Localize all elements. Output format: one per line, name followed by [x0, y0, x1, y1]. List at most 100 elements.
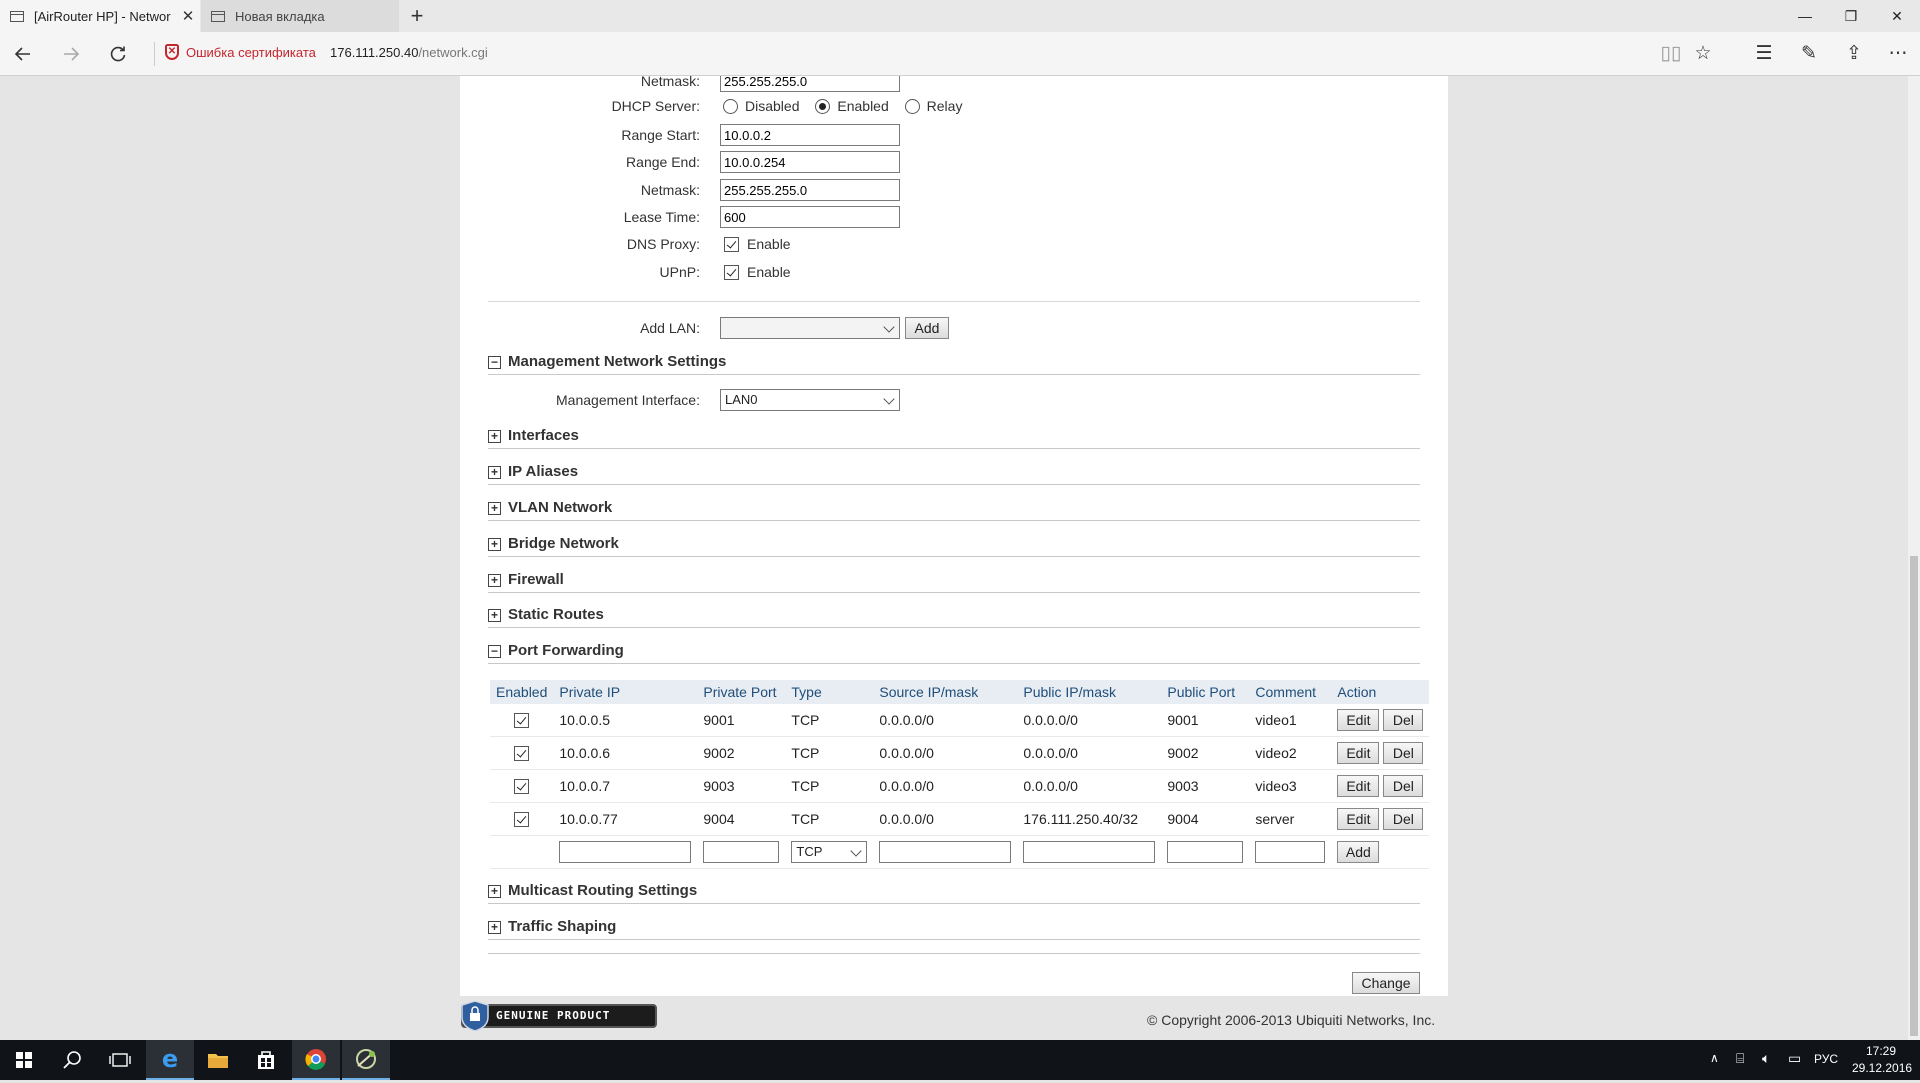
dhcp-netmask-input[interactable]	[720, 179, 900, 201]
management-interface-select[interactable]: LAN0	[720, 389, 900, 411]
clock-time[interactable]: 17:29	[1866, 1044, 1896, 1058]
lan-netmask-input[interactable]	[720, 76, 900, 92]
expand-icon[interactable]: +	[488, 538, 501, 551]
edit-button[interactable]: Edit	[1337, 742, 1380, 764]
range-end-input[interactable]	[720, 151, 900, 173]
expand-icon[interactable]: +	[488, 921, 501, 934]
certificate-warning[interactable]: ✕ Ошибка сертификата	[165, 44, 316, 60]
minimize-button[interactable]: —	[1782, 0, 1828, 32]
back-icon[interactable]	[8, 40, 38, 68]
new-type-value: TCP	[796, 844, 823, 859]
task-view-icon[interactable]	[96, 1040, 144, 1080]
store-icon[interactable]	[242, 1040, 290, 1080]
section-port-forwarding[interactable]: − Port Forwarding	[488, 641, 1420, 664]
rule-enabled-checkbox[interactable]	[514, 713, 530, 729]
expand-icon[interactable]: +	[488, 885, 501, 898]
new-source-input[interactable]	[879, 841, 1012, 863]
divider	[488, 953, 1420, 954]
share-icon[interactable]: ⇪	[1839, 40, 1869, 68]
favorite-star-icon[interactable]: ☆	[1688, 40, 1718, 68]
edge-taskbar-icon[interactable]: e	[146, 1040, 194, 1080]
change-button[interactable]: Change	[1352, 972, 1420, 994]
delete-button[interactable]: Del	[1383, 709, 1424, 731]
search-icon[interactable]	[48, 1040, 96, 1080]
collapse-icon[interactable]: −	[488, 645, 501, 658]
start-button[interactable]	[0, 1040, 48, 1080]
rule-enabled-checkbox[interactable]	[514, 779, 530, 795]
page-scrollbar[interactable]	[1908, 76, 1920, 1040]
section-ip-aliases[interactable]: + IP Aliases	[488, 462, 1420, 485]
upnp-checkbox[interactable]	[724, 264, 739, 280]
dhcp-netmask-label: Netmask:	[640, 182, 700, 198]
section-management[interactable]: − Management Network Settings	[488, 352, 1420, 375]
section-bridge[interactable]: + Bridge Network	[488, 534, 1420, 557]
section-interfaces[interactable]: + Interfaces	[488, 426, 1420, 449]
section-traffic-shaping[interactable]: + Traffic Shaping	[488, 917, 1420, 940]
comment-cell: server	[1249, 802, 1332, 836]
collapse-icon[interactable]: −	[488, 356, 501, 369]
clock-date[interactable]: 29.12.2016	[1852, 1061, 1912, 1075]
lease-time-input[interactable]	[720, 206, 900, 228]
section-static-routes[interactable]: + Static Routes	[488, 605, 1420, 628]
copyright-text: © Copyright 2006-2013 Ubiquiti Networks,…	[1147, 1012, 1436, 1028]
browser-titlebar: [AirRouter HP] - Networ ✕ Новая вкладка …	[0, 0, 1920, 32]
dns-proxy-checkbox[interactable]	[724, 236, 739, 252]
tab-airrouter[interactable]: [AirRouter HP] - Networ ✕	[0, 0, 200, 32]
source-cell: 0.0.0.0/0	[873, 736, 1018, 770]
expand-icon[interactable]: +	[488, 430, 501, 443]
expand-icon[interactable]: +	[488, 609, 501, 622]
section-multicast[interactable]: + Multicast Routing Settings	[488, 881, 1420, 904]
forward-icon[interactable]	[56, 40, 86, 68]
file-explorer-icon[interactable]	[194, 1040, 242, 1080]
dhcp-relay-radio[interactable]	[904, 98, 920, 114]
chevron-down-icon	[883, 393, 895, 405]
restore-button[interactable]: ❐	[1828, 0, 1874, 32]
close-window-button[interactable]: ✕	[1874, 0, 1920, 32]
edit-button[interactable]: Edit	[1337, 775, 1380, 797]
network-icon[interactable]: ⌸	[1736, 1050, 1744, 1067]
range-start-input[interactable]	[720, 124, 900, 146]
address-field[interactable]: 176.111.250.40/network.cgi	[330, 45, 488, 60]
reading-view-icon[interactable]: ▯▯	[1656, 40, 1686, 68]
chrome-icon[interactable]	[292, 1040, 340, 1080]
rule-enabled-checkbox[interactable]	[514, 812, 530, 828]
tab-new[interactable]: Новая вкладка	[201, 0, 399, 32]
section-firewall[interactable]: + Firewall	[488, 570, 1420, 593]
expand-icon[interactable]: +	[488, 466, 501, 479]
dns-proxy-row: DNS Proxy: Enable	[460, 232, 1448, 256]
private-port-cell: 9002	[697, 736, 786, 770]
notification-icon[interactable]: ▭	[1788, 1050, 1801, 1067]
upnp-label: UPnP:	[659, 264, 700, 280]
rule-enabled-checkbox[interactable]	[514, 746, 530, 762]
app-taskbar-icon[interactable]	[342, 1040, 390, 1080]
dhcp-disabled-radio[interactable]	[723, 98, 738, 114]
delete-button[interactable]: Del	[1383, 742, 1424, 764]
refresh-icon[interactable]	[103, 40, 133, 68]
new-type-select[interactable]: TCP	[791, 841, 868, 863]
web-note-icon[interactable]: ✎	[1794, 40, 1824, 68]
expand-icon[interactable]: +	[488, 502, 501, 515]
edit-button[interactable]: Edit	[1337, 808, 1380, 830]
close-tab-icon[interactable]: ✕	[176, 7, 200, 25]
delete-button[interactable]: Del	[1383, 808, 1424, 830]
new-private-ip-input[interactable]	[559, 841, 692, 863]
new-tab-button[interactable]: +	[402, 0, 432, 32]
new-public-port-input[interactable]	[1167, 841, 1244, 863]
add-lan-select[interactable]	[720, 317, 900, 339]
expand-icon[interactable]: +	[488, 574, 501, 587]
new-private-port-input[interactable]	[703, 841, 780, 863]
more-icon[interactable]: ⋯	[1883, 40, 1913, 68]
hub-icon[interactable]: ☰	[1749, 40, 1779, 68]
new-public-ip-input[interactable]	[1023, 841, 1156, 863]
delete-button[interactable]: Del	[1383, 775, 1424, 797]
volume-icon[interactable]: 🔈︎	[1762, 1050, 1770, 1067]
new-comment-input[interactable]	[1255, 841, 1326, 863]
add-rule-button[interactable]: Add	[1337, 841, 1380, 863]
section-vlan[interactable]: + VLAN Network	[488, 498, 1420, 521]
chevron-up-icon[interactable]: ∧	[1710, 1051, 1719, 1065]
scrollbar-thumb[interactable]	[1910, 556, 1918, 1036]
dhcp-enabled-radio[interactable]	[815, 98, 831, 114]
add-lan-button[interactable]: Add	[905, 317, 949, 339]
edit-button[interactable]: Edit	[1337, 709, 1380, 731]
language-indicator[interactable]: РУС	[1814, 1052, 1838, 1066]
